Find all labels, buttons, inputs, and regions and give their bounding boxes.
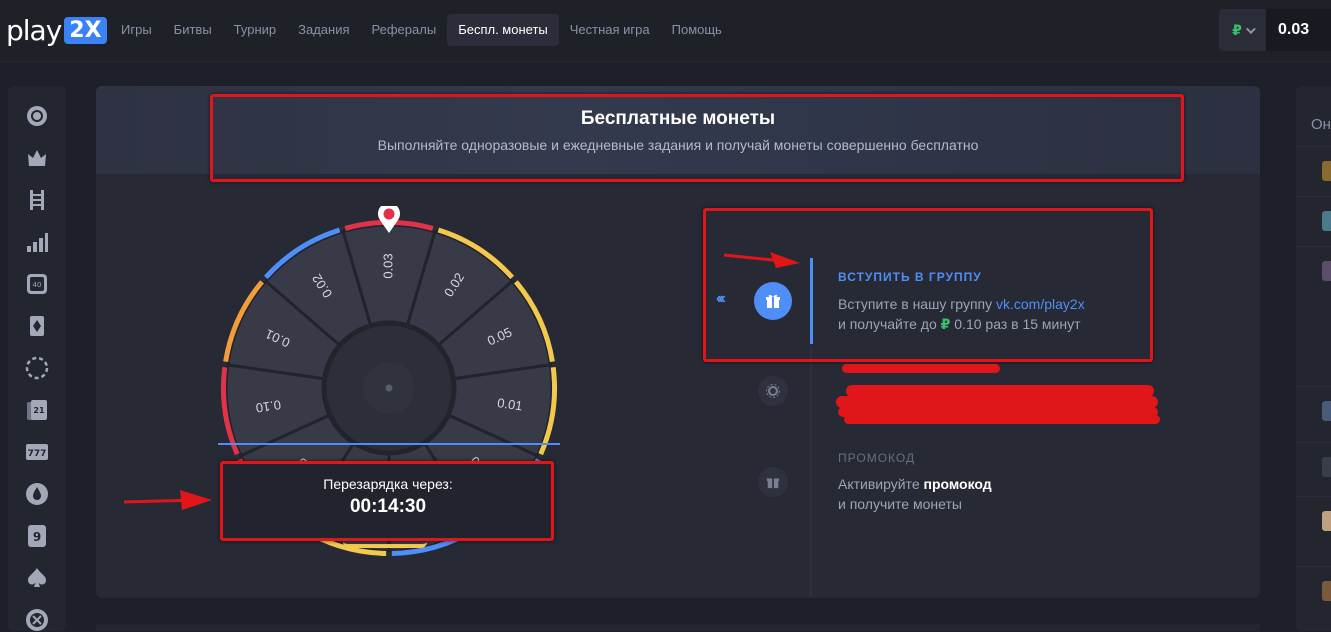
annotation-arrows — [123, 252, 800, 510]
avatar — [1322, 457, 1331, 477]
list-item[interactable] — [1296, 386, 1331, 436]
avatar — [1322, 401, 1331, 421]
list-item[interactable] — [1296, 146, 1331, 196]
avatar — [1322, 511, 1331, 531]
list-item[interactable] — [1296, 566, 1331, 616]
avatar — [1322, 581, 1331, 601]
online-panel: Он — [1296, 86, 1331, 631]
list-item[interactable] — [1296, 196, 1331, 246]
avatar — [1322, 261, 1331, 281]
footer-strip — [96, 624, 1260, 631]
avatar — [1322, 161, 1331, 181]
list-item[interactable] — [1296, 246, 1331, 296]
redaction-scribble — [844, 415, 1160, 424]
redaction-scribble — [842, 364, 1000, 373]
avatar — [1322, 211, 1331, 231]
list-item[interactable] — [1296, 496, 1331, 546]
list-item[interactable] — [1296, 442, 1331, 492]
online-label: Он — [1311, 116, 1331, 133]
